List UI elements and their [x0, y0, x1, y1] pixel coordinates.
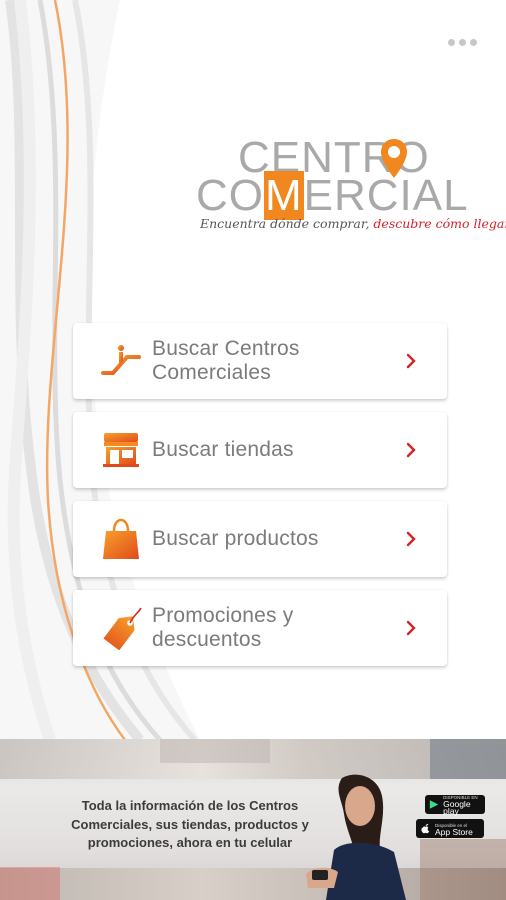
more-options-button[interactable] [444, 34, 480, 50]
logo-tagline: Encuentra dónde comprar, descubre cómo l… [200, 216, 506, 231]
menu-item-label: Promociones y descuentos [152, 604, 294, 651]
more-dot [469, 38, 477, 46]
banner-text-line: Comerciales, sus tiendas, productos y [71, 816, 309, 832]
app-store-badge[interactable]: Disponible en el App Store [416, 819, 484, 838]
woman-with-phone-image [306, 774, 406, 900]
menu-item-label: Buscar productos [152, 527, 319, 550]
banner-text-line: promociones, ahora en tu celular [87, 835, 293, 850]
storefront-icon [98, 427, 144, 473]
escalator-icon [98, 338, 144, 384]
chevron-right-icon [399, 527, 423, 551]
shopping-bag-icon [98, 516, 144, 562]
tagline-accent: descubre cómo llegar. [373, 216, 506, 231]
badge-big-text: App Store [435, 826, 473, 837]
chevron-right-icon [399, 616, 423, 640]
badge-big-text: Google play [443, 799, 471, 816]
tagline-main: Encuentra dónde comprar, [200, 216, 374, 231]
apple-icon [421, 823, 430, 834]
banner-message: Toda la información de los Centros Comer… [70, 797, 310, 853]
logo-line2-pre: CO [196, 171, 264, 220]
menu-item-buscar-centros[interactable]: Buscar Centros Comerciales [73, 323, 447, 399]
logo-bag-letter: M [264, 171, 304, 220]
promo-banner[interactable]: Toda la información de los Centros Comer… [0, 739, 506, 900]
menu-item-buscar-productos[interactable]: Buscar productos [73, 501, 447, 577]
price-tag-icon [98, 605, 144, 651]
banner-text-line: Toda la información de los Centros [81, 798, 299, 813]
chevron-right-icon [399, 349, 423, 373]
more-dot [458, 38, 466, 46]
menu-item-promociones[interactable]: Promociones y descuentos [73, 590, 447, 666]
google-play-badge[interactable]: DISPONIBLE EN Google play [425, 795, 485, 816]
more-dot [447, 38, 455, 46]
main-menu: Buscar Centros Comerciales Buscar tienda… [73, 323, 447, 679]
google-play-icon [429, 800, 439, 809]
logo-line2-post: ERCIAL [303, 171, 469, 220]
menu-item-buscar-tiendas[interactable]: Buscar tiendas [73, 412, 447, 488]
menu-item-label: Buscar tiendas [152, 438, 294, 461]
chevron-right-icon [399, 438, 423, 462]
menu-item-label: Buscar Centros Comerciales [152, 337, 300, 384]
logo-line2: COMERCIAL [196, 171, 469, 220]
app-logo: CENTRO COMERCIAL Encuentra dónde comprar… [196, 136, 506, 240]
